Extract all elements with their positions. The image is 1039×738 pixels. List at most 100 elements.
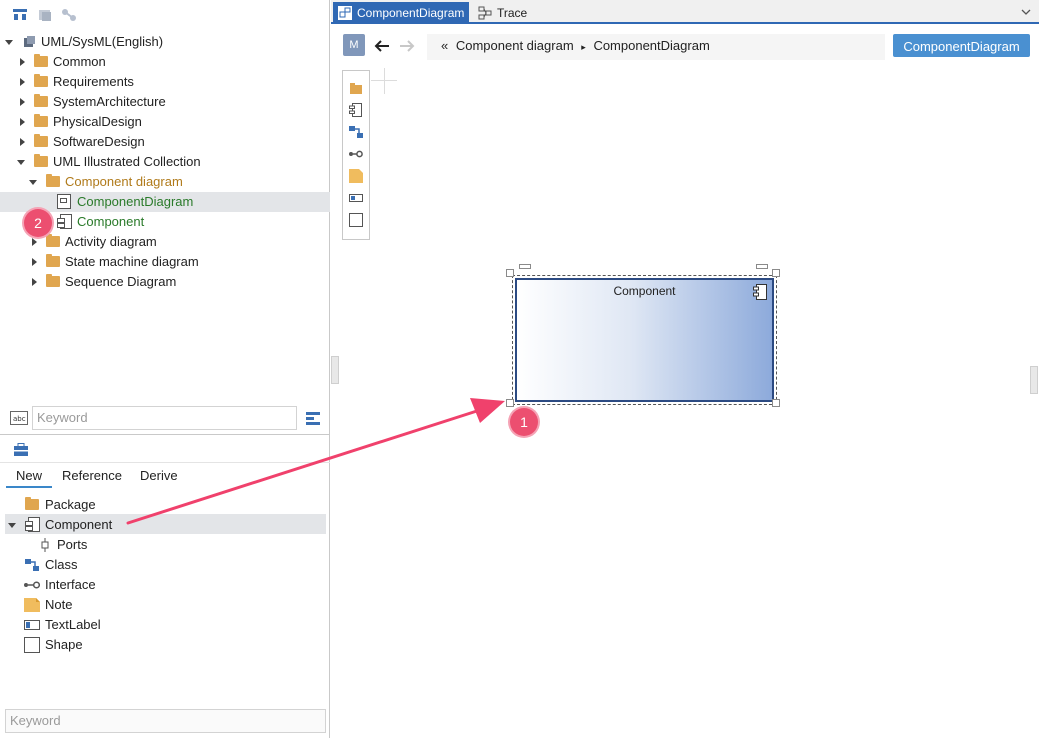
diagram-editor: ComponentDiagram Trace M « Component dia… (331, 0, 1039, 738)
model-tree-icon[interactable] (12, 7, 28, 23)
toolbox-item-component[interactable]: Component (0, 515, 330, 535)
toolbox-item-ports[interactable]: Ports (0, 535, 330, 555)
relation-view-icon[interactable] (61, 7, 77, 23)
toolbox-item-label: Note (45, 597, 73, 612)
resize-handle-ne[interactable] (772, 269, 780, 277)
class-tool-icon[interactable] (349, 125, 363, 139)
component-name: Component (613, 284, 676, 298)
toolbox-item-textlabel[interactable]: TextLabel (0, 615, 330, 635)
tree-item-label: PhysicalDesign (53, 114, 142, 129)
tree-item-label: ComponentDiagram (77, 194, 194, 209)
note-tool-icon[interactable] (349, 169, 363, 183)
tab-component-diagram[interactable]: ComponentDiagram (333, 2, 469, 24)
interface-tool-icon[interactable] (349, 147, 363, 161)
tree-item-label: Component diagram (65, 174, 183, 189)
toolbox-item-label: Interface (45, 577, 96, 592)
tree-item-physical-design[interactable]: PhysicalDesign (0, 112, 330, 132)
tab-new[interactable]: New (6, 466, 53, 488)
tab-reference[interactable]: Reference (62, 466, 122, 488)
package-icon (25, 497, 39, 510)
port-handle-left[interactable] (519, 264, 531, 269)
note-icon (24, 598, 40, 612)
toolbox-search-input[interactable]: Keyword (5, 709, 326, 733)
interface-icon (24, 581, 40, 589)
toolbox-item-label: Ports (57, 537, 88, 552)
tab-trace[interactable]: Trace (473, 2, 553, 24)
tree-search-input[interactable]: Keyword (32, 406, 297, 430)
chevron-down-icon[interactable] (1021, 8, 1031, 16)
toolbox-item-shape[interactable]: Shape (0, 635, 330, 655)
textlabel-tool-icon[interactable] (349, 191, 363, 205)
textlabel-icon (24, 620, 40, 630)
toolbox-item-label: TextLabel (45, 617, 101, 632)
folder-icon (34, 54, 48, 67)
right-collapse-toggle[interactable] (1030, 366, 1038, 394)
resize-handle-se[interactable] (772, 399, 780, 407)
tree-item-requirements[interactable]: Requirements (0, 72, 330, 92)
package-view-icon[interactable] (37, 7, 53, 23)
breadcrumb: « Component diagram ▸ ComponentDiagram (427, 34, 885, 60)
tree-item-label: Activity diagram (65, 234, 157, 249)
tree-item-label: SoftwareDesign (53, 134, 145, 149)
tree-item-common[interactable]: Common (0, 52, 330, 72)
breadcrumb-parent[interactable]: Component diagram (456, 38, 574, 53)
toolbox-item-class[interactable]: Class (0, 555, 330, 575)
filter-settings-icon[interactable] (305, 410, 321, 426)
left-collapse-toggle[interactable] (331, 356, 339, 384)
tree-root[interactable]: UML/SysML(English) (0, 32, 330, 52)
folder-icon (46, 234, 60, 247)
tab-derive[interactable]: Derive (140, 466, 178, 488)
tab-label: ComponentDiagram (357, 6, 465, 20)
package-tool-icon[interactable] (349, 81, 363, 95)
model-toolbar (0, 0, 330, 28)
toolbox-item-package[interactable]: Package (0, 495, 330, 515)
toolbox-item-interface[interactable]: Interface (0, 575, 330, 595)
resize-handle-nw[interactable] (506, 269, 514, 277)
keyword-search-icon[interactable]: abc (10, 411, 28, 425)
folder-icon (34, 94, 48, 107)
tree-item-label: UML Illustrated Collection (53, 154, 201, 169)
resize-handle-sw[interactable] (506, 399, 514, 407)
crosshair-v (384, 68, 385, 94)
tree-item-activity-diagram[interactable]: Activity diagram (0, 232, 330, 252)
mode-button[interactable]: M (343, 34, 365, 56)
tree-item-state-machine-diagram[interactable]: State machine diagram (0, 252, 330, 272)
tree-item-component-diagram[interactable]: ComponentDiagram (0, 192, 330, 212)
folder-icon (34, 114, 48, 127)
toolbox-item-label: Component (45, 517, 113, 532)
editor-tab-bar: ComponentDiagram Trace (331, 0, 1039, 24)
tab-label: Trace (497, 6, 528, 20)
tree-item-uml-illustrated-collection[interactable]: UML Illustrated Collection (0, 152, 330, 172)
tree-item-system-architecture[interactable]: SystemArchitecture (0, 92, 330, 112)
folder-icon (46, 254, 60, 267)
component-stereotype-icon (753, 284, 767, 300)
diagram-name-button[interactable]: ComponentDiagram (893, 34, 1030, 57)
component-tool-icon[interactable] (349, 103, 363, 117)
project-icon (24, 36, 35, 47)
crosshair-h (371, 80, 397, 81)
component-shape[interactable]: Component (515, 278, 774, 402)
shape-icon (24, 637, 40, 653)
tree-item-label: State machine diagram (65, 254, 199, 269)
left-pane: UML/SysML(English) Common Requirements S… (0, 0, 330, 738)
collapse-arrow-icon[interactable] (5, 40, 13, 45)
pane-divider (0, 434, 330, 435)
toolbox-icon (14, 443, 28, 456)
breadcrumb-separator: ▸ (581, 42, 586, 52)
toolbox-item-label: Package (45, 497, 96, 512)
folder-icon (34, 154, 48, 167)
tree-item-component-diagram-folder[interactable]: Component diagram (0, 172, 330, 192)
shape-tool-icon[interactable] (349, 213, 363, 227)
tree-item-sequence-diagram[interactable]: Sequence Diagram (0, 272, 330, 292)
tree-item-software-design[interactable]: SoftwareDesign (0, 132, 330, 152)
tree-item-label: Component (77, 214, 145, 229)
forward-arrow-icon[interactable] (398, 38, 416, 54)
diagram-icon (57, 194, 71, 209)
breadcrumb-prefix: « (441, 38, 449, 53)
port-handle-right[interactable] (756, 264, 768, 269)
folder-icon (34, 74, 48, 87)
breadcrumb-current[interactable]: ComponentDiagram (593, 38, 709, 53)
toolbox-item-note[interactable]: Note (0, 595, 330, 615)
back-arrow-icon[interactable] (373, 38, 391, 54)
folder-icon (46, 274, 60, 287)
